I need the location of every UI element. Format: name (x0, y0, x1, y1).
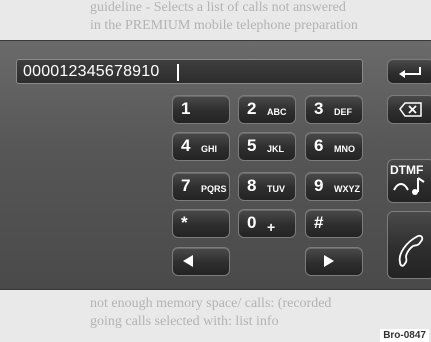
key-digit: 8 (247, 176, 257, 195)
key-digit: 3 (314, 99, 324, 118)
arrow-right-icon (324, 255, 334, 267)
key-2[interactable]: 2 ABC (238, 95, 296, 124)
key-digit: # (314, 213, 324, 232)
background-text-bottom-2: going calls selected with: list info (90, 314, 279, 329)
number-entry-field[interactable]: 000012345678910 (16, 59, 363, 84)
backspace-icon (399, 102, 422, 117)
key-digit: 0 (247, 213, 257, 232)
text-cursor (177, 64, 179, 81)
key-letters: WXYZ (334, 184, 360, 194)
cursor-right-button[interactable] (305, 247, 363, 276)
key-letters: JKL (267, 144, 285, 154)
key-digit: 4 (181, 136, 191, 155)
arrow-left-icon (183, 255, 193, 267)
key-digit: 7 (181, 176, 191, 195)
key-4[interactable]: 4 GHI (172, 132, 230, 161)
key-9[interactable]: 9 WXYZ (305, 172, 363, 201)
back-button[interactable] (387, 59, 431, 84)
key-letters: MNO (334, 144, 355, 154)
key-digit: 1 (181, 99, 191, 118)
key-5[interactable]: 5 JKL (238, 132, 296, 161)
key-hash[interactable]: # (305, 209, 363, 238)
key-letters: ABC (267, 107, 287, 117)
background-text-top-1: guideline - Selects a list of calls not … (90, 0, 346, 15)
key-digit: 6 (314, 136, 324, 155)
backspace-button[interactable] (387, 95, 431, 124)
key-letters: GHI (201, 144, 218, 154)
music-note-icon (393, 177, 425, 195)
key-letters: + (267, 219, 276, 235)
key-3[interactable]: 3 DEF (305, 95, 363, 124)
dialed-number: 000012345678910 (23, 63, 160, 80)
key-1[interactable]: 1 (172, 95, 230, 124)
key-0[interactable]: 0 + (238, 209, 296, 238)
key-6[interactable]: 6 MNO (305, 132, 363, 161)
key-letters: DEF (334, 107, 352, 117)
dtmf-button[interactable]: DTMF (387, 159, 431, 203)
key-8[interactable]: 8 TUV (238, 172, 296, 201)
phone-dialer-screen: 000012345678910 1 2 ABC 3 DEF 4 GHI 5 JK… (0, 41, 431, 289)
background-text-bottom-1: not enough memory space/ calls: (recorde… (90, 296, 332, 311)
key-letters: PQRS (201, 184, 227, 194)
key-star[interactable]: * (172, 209, 230, 238)
figure-reference-tag: Bro-0847 (380, 329, 429, 342)
call-button[interactable] (387, 211, 431, 279)
background-text-top-2: in the PREMIUM mobile telephone preparat… (90, 18, 358, 33)
key-digit: 5 (247, 136, 257, 155)
key-digit: 2 (247, 99, 257, 118)
phone-handset-icon (398, 234, 424, 267)
key-digit: * (181, 213, 188, 232)
key-letters: TUV (267, 184, 285, 194)
return-arrow-icon (399, 67, 421, 78)
key-7[interactable]: 7 PQRS (172, 172, 230, 201)
key-digit: 9 (314, 176, 324, 195)
cursor-left-button[interactable] (172, 247, 230, 276)
